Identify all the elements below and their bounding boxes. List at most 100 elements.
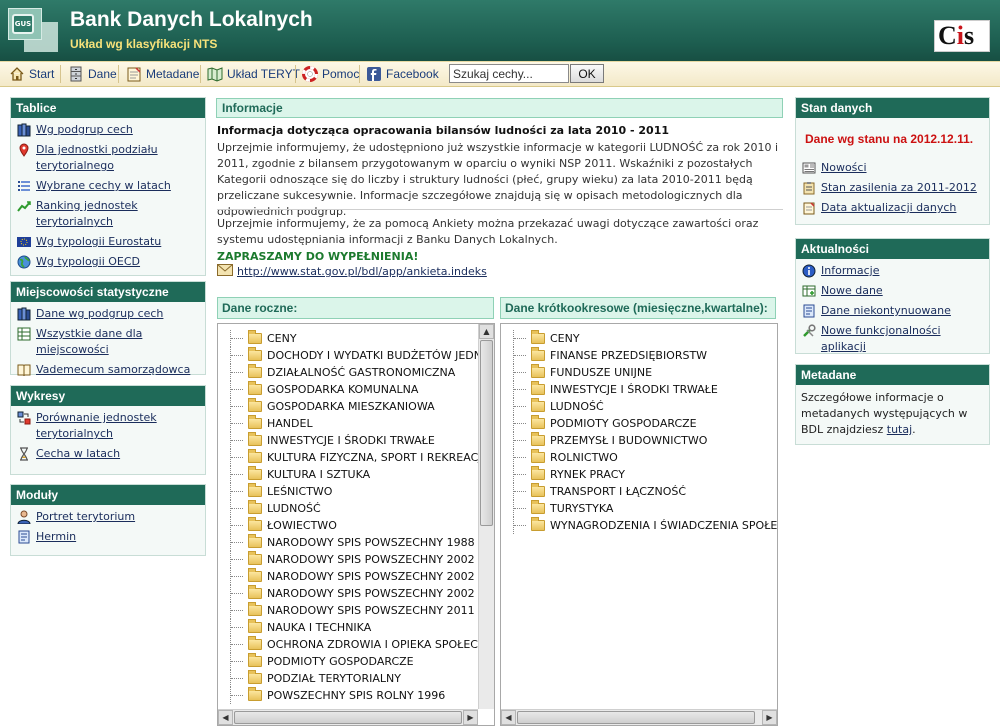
cis-logo[interactable]: Cis <box>934 20 990 52</box>
tree-item[interactable]: INWESTYCJE I ŚRODKI TRWAŁE <box>218 432 435 449</box>
nav-vademecum-link[interactable]: Vademecum samorządowca <box>36 362 190 378</box>
scroll-thumb[interactable] <box>480 340 493 526</box>
toolbar-facebook-link[interactable]: Facebook <box>364 65 439 83</box>
scroll-left-arrow-icon[interactable]: ◀ <box>501 710 516 725</box>
tree-item[interactable]: PODMIOTY GOSPODARCZE <box>218 653 414 670</box>
tree-item-label: WYNAGRODZENIA I ŚWIADCZENIA SPOŁECZNE <box>550 519 778 532</box>
scroll-left-arrow-icon[interactable]: ◀ <box>218 710 233 725</box>
tree-item[interactable]: FUNDUSZE UNIJNE <box>501 364 652 381</box>
annual-horizontal-scrollbar[interactable]: ◀ ▶ <box>218 709 478 725</box>
survey-link[interactable]: http://www.stat.gov.pl/bdl/app/ankieta.i… <box>237 265 487 278</box>
nav-hermin-link[interactable]: Hermin <box>36 529 76 545</box>
tree-item[interactable]: LUDNOŚĆ <box>218 500 321 517</box>
search-ok-button[interactable]: OK <box>570 64 604 83</box>
nav-porownanie[interactable]: Porównanie jednostek terytorialnych <box>16 410 200 442</box>
nav-nowosci-link[interactable]: Nowości <box>821 160 867 176</box>
tree-item[interactable]: NARODOWY SPIS POWSZECHNY 2002 MIESZKANIA <box>218 585 494 602</box>
nav-eurostat-link[interactable]: Wg typologii Eurostatu <box>36 234 161 250</box>
tree-item[interactable]: PODZIAŁ TERYTORIALNY <box>218 670 401 687</box>
tree-item[interactable]: CENY <box>218 330 297 347</box>
tree-item[interactable]: DOCHODY I WYDATKI BUDŻETÓW JEDNOSTEK <box>218 347 494 364</box>
tree-item[interactable]: DZIAŁALNOŚĆ GASTRONOMICZNA <box>218 364 455 381</box>
tree-item[interactable]: WYNAGRODZENIA I ŚWIADCZENIA SPOŁECZNE <box>501 517 778 534</box>
annual-tree[interactable]: POWSZECHNY SPIS ROLNY 1996 PODZIAŁ TERYTO… <box>217 323 495 726</box>
metadane-tutaj-link[interactable]: tutaj <box>887 423 912 436</box>
search-input[interactable] <box>449 64 569 83</box>
tree-item[interactable]: LEŚNICTWO <box>218 483 332 500</box>
tree-item[interactable]: NARODOWY SPIS POWSZECHNY 2011 LUDNOŚĆ <box>218 602 494 619</box>
nav-nowe-dane[interactable]: Nowe dane <box>801 283 984 299</box>
tree-item[interactable]: NARODOWY SPIS POWSZECHNY 2002 GOSPODARST… <box>218 551 494 568</box>
tree-item[interactable]: PODMIOTY GOSPODARCZE <box>501 415 697 432</box>
tree-item[interactable]: CENY <box>501 330 580 347</box>
nav-eurostat[interactable]: Wg typologii Eurostatu <box>16 234 200 250</box>
nav-wszystkie-dane-link[interactable]: Wszystkie dane dla miejscowości <box>36 326 200 358</box>
nav-hermin[interactable]: Hermin <box>16 529 200 545</box>
nav-nowe-funkcjonalnosci[interactable]: Nowe funkcjonalności aplikacji <box>801 323 984 355</box>
toolbar-pomoc-link[interactable]: Pomoc <box>300 65 359 83</box>
tree-item[interactable]: KULTURA FIZYCZNA, SPORT I REKREACJA <box>218 449 489 466</box>
tree-item[interactable]: NAUKA I TECHNIKA <box>218 619 371 636</box>
nav-nowosci[interactable]: Nowości <box>801 160 984 176</box>
scroll-right-arrow-icon[interactable]: ▶ <box>463 710 478 725</box>
nav-oecd[interactable]: Wg typologii OECD <box>16 254 200 270</box>
nav-oecd-link[interactable]: Wg typologii OECD <box>36 254 140 270</box>
tree-item[interactable]: LUDNOŚĆ <box>501 398 604 415</box>
short-tree[interactable]: WYNAGRODZENIA I ŚWIADCZENIA SPOŁECZNE TUR… <box>500 323 778 726</box>
tree-item[interactable]: ROLNICTWO <box>501 449 618 466</box>
scroll-thumb[interactable] <box>234 711 462 724</box>
nav-cecha-w-latach-link[interactable]: Cecha w latach <box>36 446 120 462</box>
tree-item[interactable]: OCHRONA ZDROWIA I OPIEKA SPOŁECZNA <box>218 636 494 653</box>
nav-dane-niekontynuowane[interactable]: Dane niekontynuowane <box>801 303 984 319</box>
tree-item[interactable]: PRZEMYSŁ I BUDOWNICTWO <box>501 432 707 449</box>
scroll-up-arrow-icon[interactable]: ▲ <box>479 324 494 339</box>
tree-item[interactable]: INWESTYCJE I ŚRODKI TRWAŁE <box>501 381 718 398</box>
nav-wybrane-cechy[interactable]: Wybrane cechy w latach <box>16 178 200 194</box>
tree-item[interactable]: NARODOWY SPIS POWSZECHNY 2002 LUDNOŚĆ <box>218 568 494 585</box>
scroll-right-arrow-icon[interactable]: ▶ <box>762 710 777 725</box>
nav-wszystkie-dane[interactable]: Wszystkie dane dla miejscowości <box>16 326 200 358</box>
tree-item[interactable]: HANDEL <box>218 415 313 432</box>
nav-informacje-link[interactable]: Informacje <box>821 263 879 279</box>
nav-data-aktualizacji[interactable]: Data aktualizacji danych <box>801 200 984 216</box>
tree-item[interactable]: POWSZECHNY SPIS ROLNY 1996 <box>218 687 445 704</box>
nav-dla-jednostki[interactable]: Dla jednostki podziału terytorialnego <box>16 142 200 174</box>
nav-ranking-link[interactable]: Ranking jednostek terytorialnych <box>36 198 200 230</box>
tree-item[interactable]: RYNEK PRACY <box>501 466 625 483</box>
tree-item[interactable]: FINANSE PRZEDSIĘBIORSTW <box>501 347 707 364</box>
nav-ranking[interactable]: Ranking jednostek terytorialnych <box>16 198 200 230</box>
nav-cecha-w-latach[interactable]: Cecha w latach <box>16 446 200 462</box>
nav-stan-zasilenia-link[interactable]: Stan zasilenia za 2011-2012 <box>821 180 977 196</box>
nav-dane-wg-podgrup-link[interactable]: Dane wg podgrup cech <box>36 306 163 322</box>
nav-wybrane-cechy-link[interactable]: Wybrane cechy w latach <box>36 178 171 194</box>
nav-dla-jednostki-link[interactable]: Dla jednostki podziału terytorialnego <box>36 142 200 174</box>
tree-item[interactable]: NARODOWY SPIS POWSZECHNY 1988 <box>218 534 475 551</box>
nav-porownanie-link[interactable]: Porównanie jednostek terytorialnych <box>36 410 200 442</box>
nav-data-aktualizacji-link[interactable]: Data aktualizacji danych <box>821 200 956 216</box>
annual-vertical-scrollbar[interactable]: ▲ <box>478 324 494 709</box>
toolbar-uklad-teryt-link[interactable]: Układ TERYT <box>205 65 300 83</box>
tree-item[interactable]: GOSPODARKA MIESZKANIOWA <box>218 398 435 415</box>
tree-item[interactable]: KULTURA I SZTUKA <box>218 466 370 483</box>
nav-portret[interactable]: Portret terytorium <box>16 509 200 525</box>
toolbar-start-link[interactable]: Start <box>7 65 54 83</box>
nav-dane-niekontynuowane-link[interactable]: Dane niekontynuowane <box>821 303 951 319</box>
tree-item[interactable]: GOSPODARKA KOMUNALNA <box>218 381 418 398</box>
nav-wg-podgrup-cech-link[interactable]: Wg podgrup cech <box>36 122 133 138</box>
gus-logo[interactable]: GUS <box>8 8 58 52</box>
nav-vademecum[interactable]: Vademecum samorządowca <box>16 362 200 378</box>
nav-informacje[interactable]: Informacje <box>801 263 984 279</box>
nav-portret-link[interactable]: Portret terytorium <box>36 509 135 525</box>
tree-item[interactable]: ŁOWIECTWO <box>218 517 337 534</box>
tree-item[interactable]: TRANSPORT I ŁĄCZNOŚĆ <box>501 483 686 500</box>
nav-stan-zasilenia[interactable]: Stan zasilenia za 2011-2012 <box>801 180 984 196</box>
nav-nowe-dane-link[interactable]: Nowe dane <box>821 283 883 299</box>
nav-wg-podgrup-cech[interactable]: Wg podgrup cech <box>16 122 200 138</box>
nav-dane-wg-podgrup[interactable]: Dane wg podgrup cech <box>16 306 200 322</box>
nav-nowe-funkcjonalnosci-link[interactable]: Nowe funkcjonalności aplikacji <box>821 323 984 355</box>
short-horizontal-scrollbar[interactable]: ◀ ▶ <box>501 709 777 725</box>
tree-item[interactable]: TURYSTYKA <box>501 500 613 517</box>
scroll-thumb[interactable] <box>517 711 755 724</box>
toolbar-metadane-link[interactable]: Metadane <box>124 65 199 83</box>
toolbar-dane-link[interactable]: Dane <box>66 65 117 83</box>
